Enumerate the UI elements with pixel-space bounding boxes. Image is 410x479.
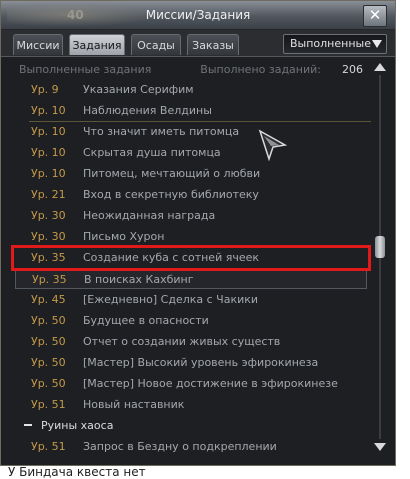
quest-row[interactable]: Ур. 45 [Ежедневно] Сделка с Чакики xyxy=(15,289,367,310)
quest-level: Ур. 10 xyxy=(31,167,66,180)
collapse-icon[interactable] xyxy=(24,424,32,426)
quest-row[interactable]: Ур. 51 Запрос в Бездну о подкреплении xyxy=(15,436,367,457)
filter-dropdown[interactable]: Выполненные xyxy=(283,34,387,54)
quest-level: Ур. 30 xyxy=(31,230,66,243)
quest-name: Будущее в опасности xyxy=(83,314,209,327)
tab-sieges[interactable]: Осады xyxy=(131,34,181,55)
quest-row-hovered[interactable]: Ур. 35 В поисках Кахбинг xyxy=(15,268,367,289)
scrollbar[interactable] xyxy=(373,61,387,453)
quest-name: [Ежедневно] Сделка с Чакики xyxy=(83,293,259,306)
quest-level: Ур. 45 xyxy=(31,293,66,306)
quest-name: Отчет о создании живых существ xyxy=(83,335,281,348)
quest-name: Указания Серифим xyxy=(83,83,194,96)
tab-quests[interactable]: Задания xyxy=(69,34,125,55)
quest-level: Ур. 10 xyxy=(31,125,66,138)
quest-level: Ур. 9 xyxy=(31,83,59,96)
scroll-down-arrow-icon[interactable] xyxy=(374,443,386,451)
quest-level: Ур. 51 xyxy=(31,440,66,453)
highlight-annotation-box xyxy=(11,245,371,271)
quest-level: Ур. 51 xyxy=(31,398,66,411)
quest-row[interactable]: Ур. 51 Новый наставник xyxy=(15,394,367,415)
quest-level: Ур. 30 xyxy=(31,209,66,222)
quest-row[interactable]: Ур. 50 Отчет о создании живых существ xyxy=(15,331,367,352)
quest-row[interactable]: Ур. 10 Скрытая душа питомца xyxy=(15,142,367,163)
list-header: Выполненные задания Выполнено заданий: 2… xyxy=(19,61,367,79)
quest-level: Ур. 10 xyxy=(31,146,66,159)
quest-level: Ур. 35 xyxy=(32,273,67,286)
quest-name: Что значит иметь питомца xyxy=(83,125,240,138)
quest-level: Ур. 50 xyxy=(31,356,66,369)
quest-level: Ур. 50 xyxy=(31,335,66,348)
quest-name: Вход в секретную библиотеку xyxy=(83,188,259,201)
category-name: Руины хаоса xyxy=(41,419,114,432)
quest-level: Ур. 50 xyxy=(31,377,66,390)
quest-name: Новый наставник xyxy=(83,398,185,411)
completed-quests-label: Выполненные задания xyxy=(19,63,152,76)
mouse-cursor-icon xyxy=(258,129,288,161)
quest-name: Питомец, мечтающий о любви xyxy=(83,167,261,180)
scroll-thumb[interactable] xyxy=(375,236,385,258)
quest-row[interactable]: Ур. 30 Неожиданная награда xyxy=(15,205,367,226)
completed-count: 206 xyxy=(342,63,363,76)
quest-name: В поисках Кахбинг xyxy=(84,273,194,286)
quest-name: Письмо Хурон xyxy=(83,230,165,243)
quest-window: 40 Миссии/Задания ✕ Миссии Задания Осады… xyxy=(0,0,396,466)
close-button[interactable]: ✕ xyxy=(363,5,387,27)
quest-row[interactable]: Ур. 10 Что значит иметь питомца xyxy=(15,121,367,142)
quest-level: Ур. 21 xyxy=(31,188,66,201)
quest-name: Неожиданная награда xyxy=(83,209,216,222)
quest-row[interactable]: Ур. 10 Питомец, мечтающий о любви xyxy=(15,163,367,184)
scroll-up-arrow-icon[interactable] xyxy=(374,63,386,71)
window-title: Миссии/Задания xyxy=(145,8,251,22)
completed-count-label: Выполнено заданий: xyxy=(200,63,321,76)
tab-bar: Миссии Задания Осады Заказы Выполненные xyxy=(1,30,395,57)
quest-row[interactable]: Ур. 9 Указания Серифим xyxy=(15,79,367,100)
quest-name: Наблюдения Велдины xyxy=(83,104,212,117)
title-bar[interactable]: 40 Миссии/Задания ✕ xyxy=(1,1,395,30)
quest-name: [Мастер] Высокий уровень эфирокинеза xyxy=(83,356,319,369)
caption-text: У Биндача квеста нет xyxy=(8,465,146,479)
quest-row[interactable]: Ур. 21 Вход в секретную библиотеку xyxy=(15,184,367,205)
category-row[interactable]: Руины хаоса xyxy=(15,415,367,436)
tab-orders[interactable]: Заказы xyxy=(187,34,239,55)
quest-row[interactable]: Ур. 50 Будущее в опасности xyxy=(15,310,367,331)
filter-selected: Выполненные xyxy=(290,37,371,50)
quest-name: Скрытая душа питомца xyxy=(83,146,221,159)
quest-name: Запрос в Бездну о подкреплении xyxy=(83,440,277,453)
tab-missions[interactable]: Миссии xyxy=(13,34,63,55)
quest-level: Ур. 10 xyxy=(31,104,66,117)
quest-row[interactable]: Ур. 10 Наблюдения Велдины xyxy=(15,100,367,121)
quest-row[interactable]: Ур. 50 [Мастер] Высокий уровень эфирокин… xyxy=(15,352,367,373)
quest-level: Ур. 50 xyxy=(31,314,66,327)
quest-row[interactable]: Ур. 50 [Мастер] Новое достижение в эфиро… xyxy=(15,373,367,394)
quest-row[interactable]: Ур. 30 Письмо Хурон xyxy=(15,226,367,247)
quest-name: [Мастер] Новое достижение в эфирокинезе xyxy=(83,377,338,390)
chevron-down-icon xyxy=(372,40,382,48)
